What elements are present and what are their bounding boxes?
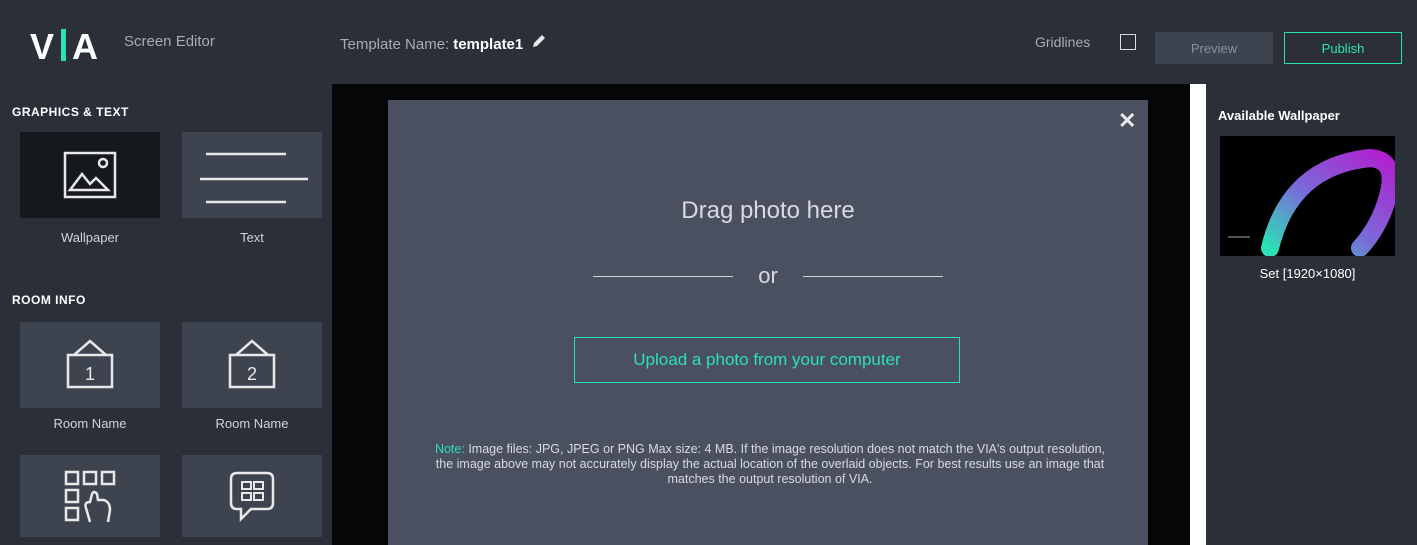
- room-name-tile-1[interactable]: 1: [20, 322, 160, 408]
- wallpaper-panel-title: Available Wallpaper: [1218, 108, 1340, 123]
- template-name-label: Template Name:: [340, 36, 450, 53]
- wallpaper-thumb-label: Set [1920×1080]: [1259, 266, 1356, 281]
- room-name-label-1: Room Name: [53, 416, 127, 431]
- note-label: Note:: [434, 442, 465, 456]
- close-icon[interactable]: ✕: [1118, 108, 1136, 134]
- wallpaper-tile[interactable]: [20, 132, 160, 218]
- room-sign-2-icon: 2: [228, 339, 276, 389]
- via-logo: VA: [30, 26, 100, 67]
- publish-button[interactable]: Publish: [1284, 32, 1402, 64]
- canvas-scroll-edge: [1190, 84, 1206, 545]
- svg-text:2: 2: [247, 364, 257, 384]
- template-name-field[interactable]: Template Name: template1: [340, 33, 547, 53]
- drag-photo-text: Drag photo here: [681, 197, 855, 224]
- upload-note: Note: Image files: JPG, JPEG or PNG Max …: [425, 442, 1115, 487]
- gridlines-checkbox[interactable]: [1120, 34, 1136, 50]
- section-room-title: ROOM INFO: [12, 293, 86, 307]
- chat-grid-icon: [229, 471, 275, 523]
- image-icon: [63, 151, 117, 199]
- gridlines-label: Gridlines: [1035, 34, 1091, 50]
- wallpaper-label: Wallpaper: [60, 230, 120, 245]
- or-divider-right: [803, 276, 943, 277]
- upload-photo-button[interactable]: Upload a photo from your computer: [574, 337, 960, 383]
- room-sign-1-icon: 1: [66, 339, 114, 389]
- note-text: Image files: JPG, JPEG or PNG Max size: …: [435, 442, 1106, 486]
- template-name-value: template1: [453, 36, 524, 53]
- chat-grid-tile[interactable]: [182, 455, 322, 537]
- text-label: Text: [240, 230, 264, 245]
- room-name-label-2: Room Name: [215, 416, 289, 431]
- pencil-edit-icon[interactable]: [531, 33, 547, 53]
- room-name-tile-2[interactable]: 2: [182, 322, 322, 408]
- text-lines-icon: [200, 152, 308, 204]
- wallpaper-preview-image: [1228, 148, 1395, 256]
- or-text: or: [758, 263, 778, 288]
- section-graphics-title: GRAPHICS & TEXT: [12, 105, 129, 119]
- or-divider-left: [593, 276, 733, 277]
- app-title: Screen Editor: [124, 33, 215, 50]
- qr-touch-icon: [64, 470, 116, 523]
- svg-text:1: 1: [85, 364, 95, 384]
- preview-button[interactable]: Preview: [1155, 32, 1273, 64]
- qr-touch-tile[interactable]: [20, 455, 160, 537]
- text-tile[interactable]: [182, 132, 322, 218]
- wallpaper-thumbnail[interactable]: [1220, 136, 1395, 256]
